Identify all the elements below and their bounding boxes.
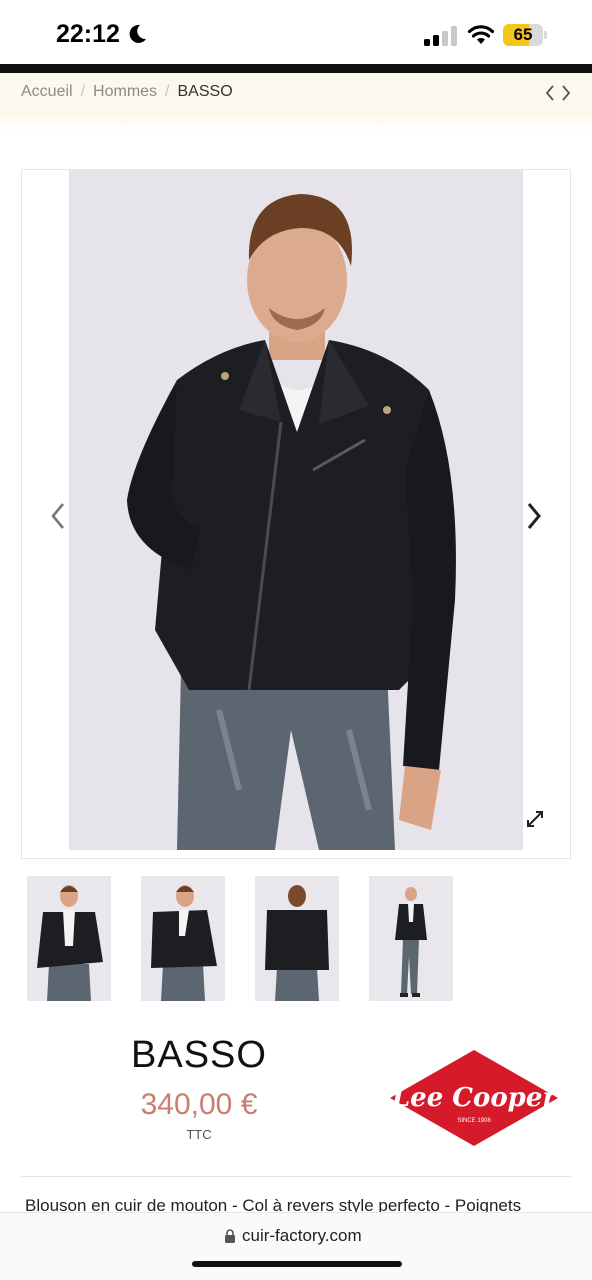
status-bar: 22:12 65 [0, 0, 592, 64]
price-tax-label: TTC [186, 1127, 212, 1142]
breadcrumb-current: BASSO [177, 83, 233, 100]
status-time: 22:12 [56, 20, 120, 48]
battery-body: 65 [503, 24, 543, 46]
breadcrumb-category-link[interactable]: Hommes [93, 83, 157, 101]
thumbnail-3[interactable] [255, 876, 339, 1001]
thumbnail-full-body-illustration [369, 876, 453, 1001]
thumbnail-back-illustration [255, 876, 339, 1001]
thumbnail-1[interactable] [27, 876, 111, 1001]
cellular-signal-icon [424, 26, 457, 46]
wifi-icon [467, 25, 495, 44]
home-indicator [192, 1261, 402, 1267]
product-title: BASSO [131, 1034, 267, 1076]
thumbnail-strip [27, 876, 453, 1001]
breadcrumb: Accueil / Hommes / BASSO [21, 83, 233, 101]
thumbnail-front-illustration [27, 876, 111, 1001]
chevron-right-icon [562, 85, 571, 101]
thumbnail-angled-illustration [141, 876, 225, 1001]
breadcrumb-bar: Accueil / Hommes / BASSO [0, 73, 592, 113]
product-main-image[interactable] [69, 170, 523, 850]
browser-url[interactable]: cuir-factory.com [242, 1226, 362, 1246]
gallery-prev-arrow[interactable] [48, 500, 68, 532]
product-gallery [21, 169, 571, 859]
thumbnail-4[interactable] [369, 876, 453, 1001]
svg-text:SINCE 1908: SINCE 1908 [457, 1118, 491, 1124]
breadcrumb-separator: / [165, 83, 170, 100]
section-divider [21, 1176, 571, 1177]
previous-product-button[interactable] [544, 83, 556, 103]
svg-text:Lee Cooper: Lee Cooper [391, 1083, 559, 1113]
product-pager [544, 83, 572, 103]
battery-indicator: 65 [503, 24, 547, 46]
breadcrumb-home-link[interactable]: Accueil [21, 83, 73, 101]
next-product-button[interactable] [560, 83, 572, 103]
browser-address-bar[interactable]: cuir-factory.com [0, 1212, 592, 1280]
breadcrumb-fade [0, 113, 592, 131]
model-jacket-illustration [69, 170, 523, 850]
battery-tip [544, 31, 547, 39]
battery-percent: 65 [513, 25, 533, 44]
chevron-left-icon [545, 85, 554, 101]
thumbnail-2[interactable] [141, 876, 225, 1001]
product-price: 340,00 € [140, 1088, 258, 1121]
lock-icon [225, 1229, 235, 1243]
breadcrumb-separator: / [80, 83, 86, 100]
moon-icon [129, 24, 146, 43]
header-rule [0, 64, 592, 73]
gallery-next-arrow[interactable] [524, 500, 544, 532]
expand-icon[interactable] [526, 810, 544, 828]
lee-cooper-logo[interactable]: Lee Cooper SINCE 1908 [388, 1048, 560, 1148]
